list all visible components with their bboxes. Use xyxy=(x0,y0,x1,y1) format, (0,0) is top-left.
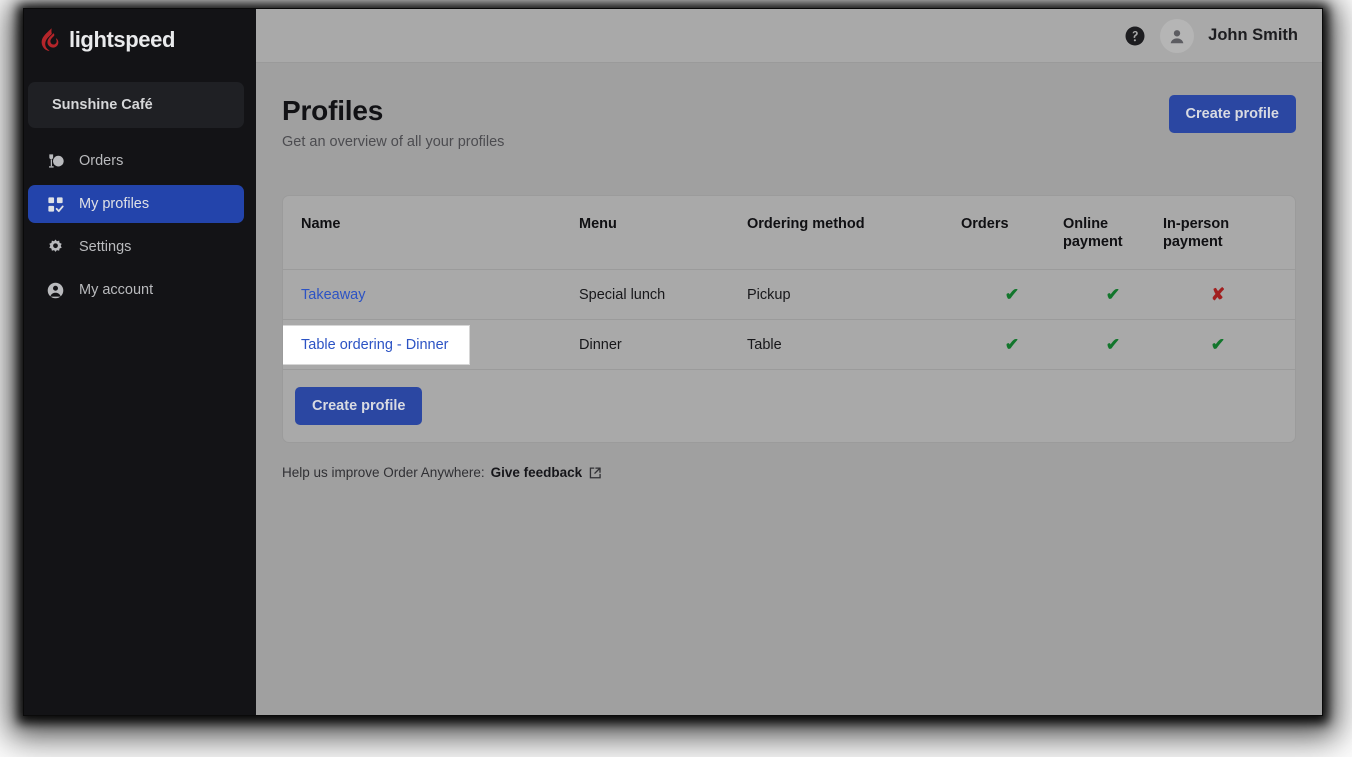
top-bar: John Smith xyxy=(256,9,1322,63)
cell-menu: Special lunch xyxy=(579,269,747,320)
give-feedback-link[interactable]: Give feedback xyxy=(491,465,583,480)
sidebar-nav: Orders My profiles Settings My account xyxy=(24,142,256,314)
check-icon: ✔ xyxy=(1004,284,1020,304)
avatar[interactable] xyxy=(1160,18,1195,53)
brand-logo-area[interactable]: lightspeed xyxy=(24,9,256,71)
help-circle-icon[interactable] xyxy=(1124,25,1146,47)
sidebar: lightspeed Sunshine Café Orders My profi… xyxy=(24,9,256,715)
cell-orders: ✔ xyxy=(961,319,1063,370)
sidebar-item-label: My profiles xyxy=(79,196,150,212)
feedback-line: Help us improve Order Anywhere: Give fee… xyxy=(282,465,1296,480)
sidebar-item-settings[interactable]: Settings xyxy=(28,228,244,266)
sidebar-item-label: My account xyxy=(79,282,154,298)
column-header-name: Name xyxy=(301,216,341,232)
column-header-menu: Menu xyxy=(579,216,617,232)
store-selector[interactable]: Sunshine Café xyxy=(28,82,244,128)
app-window: lightspeed Sunshine Café Orders My profi… xyxy=(24,9,1322,715)
sidebar-item-orders[interactable]: Orders xyxy=(28,142,244,180)
page-header: Profiles Get an overview of all your pro… xyxy=(282,95,1296,150)
create-profile-button-header[interactable]: Create profile xyxy=(1168,95,1296,133)
cell-orders: ✔ xyxy=(961,269,1063,320)
cell-name: Takeaway xyxy=(283,269,579,320)
check-icon: ✔ xyxy=(1105,284,1121,304)
orders-icon xyxy=(46,152,65,171)
main-panel: John Smith Profiles Get an overview of a… xyxy=(256,9,1322,715)
table-head: Name Menu Ordering method Orders Online … xyxy=(283,196,1295,270)
open-in-new-icon[interactable] xyxy=(588,466,602,480)
store-name: Sunshine Café xyxy=(52,97,153,113)
feedback-text: Help us improve Order Anywhere: xyxy=(282,465,485,481)
cell-menu: Dinner xyxy=(579,319,747,370)
table-body: Takeaway Special lunch Pickup ✔ ✔ ✘ Tabl… xyxy=(283,269,1295,370)
check-icon: ✔ xyxy=(1105,334,1121,354)
profiles-icon xyxy=(46,195,65,214)
lightspeed-flame-logo xyxy=(40,27,62,53)
sidebar-item-label: Settings xyxy=(79,239,132,255)
create-profile-button-footer[interactable]: Create profile xyxy=(295,387,423,426)
profile-link-takeaway[interactable]: Takeaway xyxy=(301,287,365,303)
brand-name: lightspeed xyxy=(69,27,176,52)
page-subtitle: Get an overview of all your profiles xyxy=(282,134,505,150)
page-header-text: Profiles Get an overview of all your pro… xyxy=(282,95,504,150)
user-circle-icon xyxy=(46,281,65,300)
column-header-actions xyxy=(1273,196,1295,270)
gear-icon xyxy=(46,238,65,257)
cell-name: Table ordering - Dinner xyxy=(283,319,579,370)
column-header-ordering-method: Ordering method xyxy=(747,216,865,232)
cell-online-payment: ✔ xyxy=(1063,319,1163,370)
profile-link-table-ordering-dinner[interactable]: Table ordering - Dinner xyxy=(283,325,469,364)
cell-ordering-method: Table xyxy=(747,319,961,370)
cell-in-person-payment: ✔ xyxy=(1163,319,1273,370)
content-area: Profiles Get an overview of all your pro… xyxy=(256,63,1322,480)
column-header-in-person-payment: In-person payment xyxy=(1163,216,1230,250)
table-footer: Create profile xyxy=(283,369,1295,442)
cell-action xyxy=(1273,269,1295,320)
profiles-table: Name Menu Ordering method Orders Online … xyxy=(283,196,1295,370)
sidebar-item-my-account[interactable]: My account xyxy=(28,271,244,309)
sidebar-item-my-profiles[interactable]: My profiles xyxy=(28,185,244,223)
profiles-table-card: Name Menu Ordering method Orders Online … xyxy=(282,195,1296,444)
check-icon: ✔ xyxy=(1210,334,1226,354)
column-header-orders: Orders xyxy=(961,216,1009,232)
table-row: Table ordering - Dinner Dinner Table ✔ ✔ xyxy=(283,319,1295,370)
check-icon: ✔ xyxy=(1004,334,1020,354)
table-header-row: Name Menu Ordering method Orders Online … xyxy=(283,196,1295,270)
column-header-online-payment: Online payment xyxy=(1063,216,1123,250)
page-title: Profiles xyxy=(282,95,384,126)
cell-action xyxy=(1273,319,1295,370)
cross-icon: ✘ xyxy=(1210,284,1226,304)
cell-ordering-method: Pickup xyxy=(747,269,961,320)
cell-in-person-payment: ✘ xyxy=(1163,269,1273,320)
user-name: John Smith xyxy=(1208,26,1298,44)
sidebar-item-label: Orders xyxy=(79,153,124,169)
table-row: Takeaway Special lunch Pickup ✔ ✔ ✘ xyxy=(283,269,1295,320)
cell-online-payment: ✔ xyxy=(1063,269,1163,320)
